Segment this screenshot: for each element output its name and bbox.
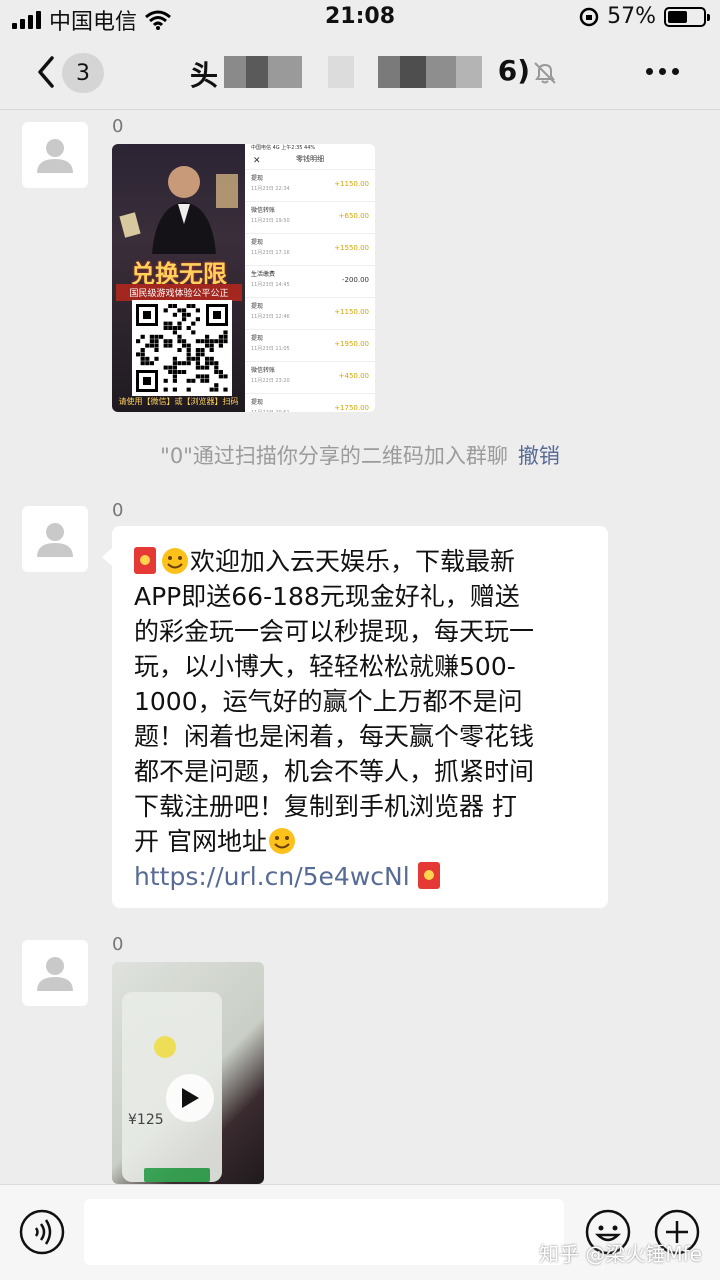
ledger-row: 微信转账 11月23日 19:50 +650.00: [245, 202, 375, 234]
message-text: 开 官网地址: [134, 827, 267, 856]
chat-title-end: 6): [497, 54, 530, 87]
poster-subtitle: 国民级游戏体验公平公正: [116, 284, 242, 301]
more-icon[interactable]: [646, 68, 679, 75]
avatar[interactable]: [22, 122, 88, 188]
ledger-row: 微信转账 11月22日 23:20 +450.00: [245, 362, 375, 394]
pixelated-region: [378, 56, 400, 88]
chat-header: 3 头 6): [0, 36, 720, 110]
video-message[interactable]: ¥125: [112, 962, 264, 1184]
ledger-amount: -200.00: [341, 276, 369, 284]
sender-name: 0: [112, 934, 124, 955]
watermark: 知乎 @梁火锤Mfe: [539, 1242, 702, 1266]
ledger-row: 生活缴费 11月23日 14:45 -200.00: [245, 266, 375, 298]
ledger-amount: +450.00: [338, 372, 369, 380]
battery-fill: [668, 10, 688, 23]
message-line: 开 官网地址: [134, 824, 594, 859]
poster-footer: 请使用【微信】或【浏览器】扫码: [118, 397, 239, 406]
ledger-amount: +1150.00: [334, 308, 369, 316]
screenshot-title-text: 零钱明细: [296, 155, 324, 163]
message-line: 都不是问题，机会不等人，抓紧时间: [134, 757, 535, 786]
ledger-row: 提现 11月23日 17:16 +1550.00: [245, 234, 375, 266]
voice-icon[interactable]: [19, 1209, 65, 1255]
ledger-screenshot: 中国电信 4G 上午2:35 44% ✕ 零钱明细 提现 11月23日 22:34…: [245, 144, 375, 412]
screenshot-title: ✕ 零钱明细: [245, 154, 375, 170]
ledger-amount: +1550.00: [334, 244, 369, 252]
red-envelope-icon: [417, 862, 440, 889]
screenshot-status-bar: 中国电信 4G 上午2:35 44%: [251, 145, 316, 151]
money-mouth-emoji-icon: [162, 548, 188, 574]
status-bar: 中国电信 21:08 57%: [0, 0, 720, 36]
sender-name: 0: [112, 500, 124, 521]
avatar[interactable]: [22, 506, 88, 572]
message-line: 下载注册吧！复制到手机浏览器 打: [134, 792, 517, 821]
pixelated-region: [268, 56, 302, 88]
battery-percent: 57%: [607, 4, 656, 29]
chat-title-start: 头: [190, 59, 219, 92]
message-line: APP即送66-188元现金好礼，赠送: [134, 582, 520, 611]
message-line: 欢迎加入云天娱乐，下载最新: [134, 544, 594, 579]
pixelated-region: [456, 56, 482, 88]
text-message-bubble[interactable]: 欢迎加入云天娱乐，下载最新 APP即送66-188元现金好礼，赠送 的彩金玩一会…: [102, 526, 608, 908]
undo-link[interactable]: 撤销: [518, 444, 560, 468]
ledger-amount: +650.00: [338, 212, 369, 220]
ledger-list: 提现 11月23日 22:34 +1150.00 微信转账 11月23日 19:50 +6…: [245, 170, 375, 412]
avatar-placeholder-icon: [37, 957, 73, 991]
ledger-row: 提现 11月23日 22:34 +1150.00: [245, 170, 375, 202]
coin-icon: [154, 1036, 176, 1058]
promo-poster: 兑换无限制 国民级游戏体验公平公正 请使用【微信】或【浏览器】扫码: [112, 144, 245, 412]
pixelated-region: [426, 56, 456, 88]
rotation-lock-icon: [579, 7, 599, 26]
pixelated-region: [224, 56, 246, 88]
message-text: 欢迎加入云天娱乐，下载最新: [190, 547, 516, 576]
play-button[interactable]: [166, 1074, 214, 1122]
message-line: 玩，以小博大，轻轻松松就赚500-: [134, 652, 516, 681]
ledger-row: 提现 11月23日 11:05 +1950.00: [245, 330, 375, 362]
message-input[interactable]: [84, 1199, 564, 1265]
message-line: https://url.cn/5e4wcNl: [134, 859, 594, 894]
notice-text: "0"通过扫描你分享的二维码加入群聊: [160, 444, 508, 468]
status-right: 57%: [579, 4, 710, 29]
message-line: 题！闲着也是闲着，每天赢个零花钱: [134, 722, 535, 751]
ledger-amount: +1750.00: [334, 404, 369, 412]
money-mouth-emoji-icon: [268, 828, 295, 854]
unread-count-badge[interactable]: 3: [62, 53, 104, 93]
avatar-placeholder-icon: [37, 139, 73, 173]
url-link[interactable]: https://url.cn/5e4wcNl: [134, 862, 410, 891]
system-notice: "0"通过扫描你分享的二维码加入群聊 撤销: [0, 440, 720, 470]
mute-bell-icon: [534, 62, 556, 84]
qr-pattern: [136, 304, 228, 392]
pixelated-region: [328, 56, 354, 88]
avatar-placeholder-icon: [37, 523, 73, 557]
chat-title[interactable]: 头 6): [190, 54, 530, 92]
ledger-row: 提现11月22日 20:51+1750.00: [245, 394, 375, 412]
ledger-amount: +1950.00: [334, 340, 369, 348]
sender-name: 0: [112, 116, 124, 137]
message-line: 1000，运气好的赢个上万都不是问: [134, 687, 523, 716]
poster-figure-illustration: [119, 166, 238, 254]
avatar[interactable]: [22, 940, 88, 1006]
qr-code: [132, 300, 232, 396]
battery-icon: [664, 6, 710, 27]
video-amount: ¥125: [128, 1112, 164, 1128]
video-green-button: [144, 1168, 210, 1182]
play-icon: [182, 1088, 199, 1108]
red-envelope-icon: [134, 547, 156, 574]
image-message[interactable]: 兑换无限制 国民级游戏体验公平公正 请使用【微信】或【浏览器】扫码 中国电信 4…: [112, 144, 375, 412]
pixelated-region: [400, 56, 426, 88]
ledger-row: 提现 11月23日 12:46 +1150.00: [245, 298, 375, 330]
ledger-amount: +1150.00: [334, 180, 369, 188]
close-icon: ✕: [253, 156, 261, 166]
message-line: 的彩金玩一会可以秒提现，每天玩一: [134, 617, 535, 646]
pixelated-region: [246, 56, 268, 88]
